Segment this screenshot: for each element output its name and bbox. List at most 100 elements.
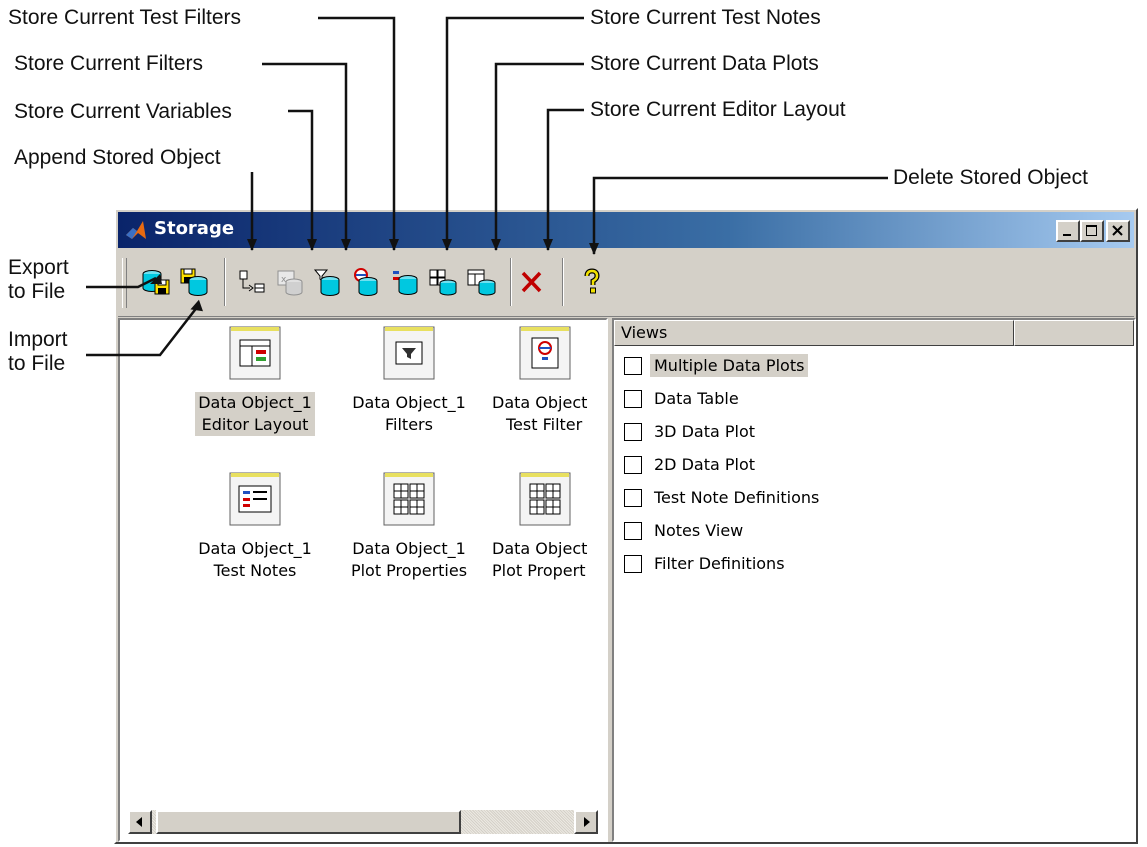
view-item-label: Test Note Definitions [654,488,820,507]
object-name: Data Object_1 [352,393,466,412]
test-filters-object-icon [519,326,571,380]
object-name: Data Object_1 [352,539,466,558]
callout-import-to-file: Import to File [8,328,68,376]
callout-store-data-plots: Store Current Data Plots [590,52,819,75]
object-type: Plot Propert [492,561,586,580]
checkbox[interactable] [624,555,642,573]
callout-export-line2: to File [8,280,66,303]
toolbar-grip[interactable] [122,258,127,308]
callout-import-line2: to File [8,352,66,375]
maximize-button[interactable] [1080,220,1104,242]
toolbar-separator [562,258,564,306]
store-test-filters-icon [354,268,378,296]
horizontal-scrollbar[interactable] [128,810,598,834]
plot-properties-object-icon [383,472,435,526]
store-test-notes-button[interactable] [390,266,422,298]
help-icon [584,268,600,294]
title-bar[interactable]: Storage [118,212,1134,248]
callout-store-test-filters: Store Current Test Filters [8,6,242,29]
window-title: Storage [154,218,235,239]
object-name: Data Object [492,539,588,558]
store-variables-button[interactable]: x [274,266,306,298]
object-type: Filters [385,415,433,434]
close-button[interactable] [1106,220,1130,242]
callout-import-line1: Import [8,328,68,351]
stored-object-item[interactable]: Data Object_1 Editor Layout [180,324,330,436]
object-type: Test Notes [213,561,297,580]
callout-delete-stored-object: Delete Stored Object [893,166,1088,189]
stored-object-item[interactable]: Data Object_1 Filters [334,324,484,436]
object-name: Data Object_1 [198,393,312,412]
view-item-filter-definitions[interactable]: Filter Definitions [624,550,789,578]
export-to-file-button[interactable] [140,266,172,298]
minimize-icon [1063,234,1071,236]
checkbox[interactable] [624,357,642,375]
object-name: Data Object [492,393,588,412]
scrollbar-thumb[interactable] [156,810,461,834]
view-item-data-table[interactable]: Data Table [624,385,743,413]
store-editor-layout-button[interactable] [466,266,498,298]
store-test-filters-button[interactable] [350,266,382,298]
store-filters-icon [313,269,340,296]
stored-object-item[interactable]: Data Object Test Filter [472,324,598,436]
view-item-label: Notes View [654,521,744,540]
store-editor-layout-icon [467,269,496,296]
view-item-2d-data-plot[interactable]: 2D Data Plot [624,451,759,479]
checkbox[interactable] [624,423,642,441]
store-data-plots-button[interactable] [428,266,460,298]
import-from-file-button[interactable] [178,266,210,298]
checkbox[interactable] [624,456,642,474]
callout-store-editor-layout: Store Current Editor Layout [590,98,846,121]
store-variables-icon: x [277,270,303,296]
callout-store-filters: Store Current Filters [14,52,204,75]
storage-window: Storage x Data Object_1 Editor Layout Da… [114,208,1138,844]
views-pane[interactable]: Views Multiple Data Plots Data Table 3D … [612,318,1136,842]
scroll-left-button[interactable] [128,810,152,834]
minimize-button[interactable] [1056,220,1080,242]
scroll-right-button[interactable] [574,810,598,834]
delete-stored-object-button[interactable] [516,266,548,298]
test-notes-object-icon [229,472,281,526]
toolbar-separator [224,258,226,306]
stored-object-item[interactable]: Data Object_1 Test Notes [180,470,330,582]
editor-layout-object-icon [229,326,281,380]
store-data-plots-icon [429,269,457,296]
object-type: Plot Properties [350,561,468,580]
view-item-label: 2D Data Plot [654,455,756,474]
maximize-icon [1086,225,1097,236]
close-icon [1112,225,1123,236]
callout-export-line1: Export [8,256,69,279]
help-button[interactable] [576,266,608,298]
view-item-3d-data-plot[interactable]: 3D Data Plot [624,418,759,446]
view-item-label: Filter Definitions [654,554,785,573]
toolbar: x [118,250,1134,317]
checkbox[interactable] [624,489,642,507]
delete-stored-object-icon [521,271,542,293]
empty-column-header[interactable] [1014,320,1134,346]
arrow-right-icon [584,817,590,827]
append-stored-object-button[interactable] [236,266,268,298]
matlab-logo-icon [126,221,146,239]
checkbox[interactable] [624,390,642,408]
callout-append-stored-object: Append Stored Object [14,146,221,169]
store-test-notes-icon [393,271,418,295]
checkbox[interactable] [624,522,642,540]
callout-store-test-notes: Store Current Test Notes [590,6,821,29]
view-item-notes-view[interactable]: Notes View [624,517,747,545]
stored-objects-pane[interactable]: Data Object_1 Editor Layout Data Object_… [118,318,608,842]
store-filters-button[interactable] [312,266,344,298]
stored-object-item[interactable]: Data Object Plot Propert [472,470,598,582]
export-to-file-icon [142,270,170,295]
import-from-file-icon [180,268,208,296]
callout-store-variables: Store Current Variables [14,100,232,123]
view-item-test-note-definitions[interactable]: Test Note Definitions [624,484,823,512]
object-type: Editor Layout [201,415,309,434]
view-item-label: 3D Data Plot [654,422,756,441]
toolbar-separator [510,258,512,306]
filters-object-icon [383,326,435,380]
plot-properties-object-icon [519,472,571,526]
view-item-label: Multiple Data Plots [650,354,809,377]
views-column-header[interactable]: Views [614,320,1014,346]
view-item-multiple-data-plots[interactable]: Multiple Data Plots [624,352,809,380]
stored-object-item[interactable]: Data Object_1 Plot Properties [334,470,484,582]
